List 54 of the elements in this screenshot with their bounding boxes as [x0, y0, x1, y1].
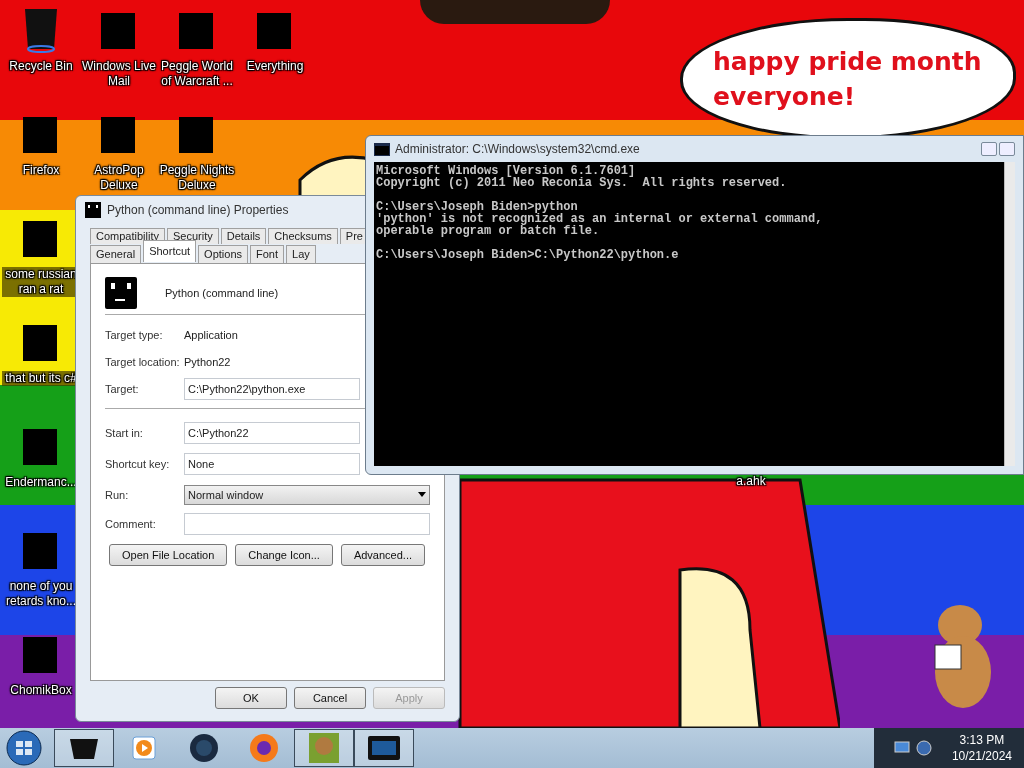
field-label: Comment:: [105, 518, 157, 530]
dialog-button[interactable]: OK: [215, 687, 287, 709]
clock-date[interactable]: 10/21/2024: [951, 748, 1012, 764]
tab[interactable]: Options: [198, 245, 249, 263]
run-dropdown[interactable]: Normal window: [184, 484, 430, 505]
caret-icon: [418, 492, 426, 497]
tab[interactable]: Lay: [286, 245, 316, 263]
field-value: Application: [184, 328, 238, 341]
shortcut-name: Python (command line): [165, 286, 279, 301]
console-icon: [105, 277, 137, 309]
scrollbar[interactable]: [1004, 162, 1015, 466]
desktop-icon-label[interactable]: Recycle Bin: [2, 59, 80, 74]
input-field[interactable]: None: [184, 452, 360, 475]
clock-time[interactable]: 3:13 PM: [959, 732, 1005, 748]
monitor-icon[interactable]: [893, 740, 910, 756]
taskbar-button[interactable]: [354, 729, 414, 767]
field-label: Target:: [105, 382, 140, 395]
console-icon: [368, 736, 400, 760]
tab[interactable]: Details: [220, 228, 267, 244]
tab[interactable]: Compatibility: [90, 228, 165, 244]
input-field[interactable]: C:\Python22: [184, 421, 360, 444]
play-icon: [132, 736, 156, 760]
window-title: Python (command line) Properties: [107, 203, 289, 217]
field-label: Shortcut key:: [105, 457, 171, 470]
tab[interactable]: Checksums: [268, 228, 338, 244]
action-button[interactable]: Open File Location: [109, 544, 228, 566]
network-icon[interactable]: [915, 740, 932, 756]
field-value: Python22: [184, 355, 231, 368]
field-label: Run:: [105, 488, 130, 501]
comment-field[interactable]: [184, 513, 430, 535]
tab[interactable]: General: [90, 245, 142, 263]
action-button[interactable]: Advanced...: [340, 544, 425, 566]
tab[interactable]: Shortcut: [143, 240, 197, 262]
field-label: Target location:: [105, 355, 181, 368]
maximize-button[interactable]: [999, 142, 1015, 156]
minimize-button[interactable]: [981, 142, 997, 156]
console-icon: [374, 142, 390, 156]
desktop-icon-label[interactable]: Windows Live Mail: [80, 59, 158, 89]
action-button[interactable]: Change Icon...: [235, 544, 333, 566]
dialog-button[interactable]: Cancel: [294, 687, 366, 709]
field-label: Start in:: [105, 426, 144, 439]
desktop-icon-label[interactable]: Peggle World of Warcraft ...: [158, 59, 236, 89]
tab[interactable]: Font: [250, 245, 285, 263]
wallpaper-caption: happy pride month everyone!: [713, 45, 983, 113]
console-icon: [85, 202, 101, 218]
taskbar-button[interactable]: [54, 729, 114, 767]
taskbar-button[interactable]: [294, 729, 354, 767]
field-label: Target type:: [105, 328, 164, 341]
desktop-icon-label[interactable]: Everything: [236, 59, 314, 74]
console-output: Microsoft Windows [Version 6.1.7601] Copyright (c) 2011 Neo Reconia Sys. All rights reserved. C:\Users\Joseph Biden>python 'python' is not recognized as an internal or external command, operable program or batch file. C:\Users\Joseph Biden>C:\Python22\python.e: [375, 163, 824, 264]
target-field[interactable]: C:\Python22\python.exe: [184, 377, 360, 400]
desktop-icon-label[interactable]: a.ahk: [712, 474, 790, 489]
start-button[interactable]: [6, 730, 42, 766]
window-title: Administrator: C:\Windows\system32\cmd.exe: [395, 142, 641, 156]
